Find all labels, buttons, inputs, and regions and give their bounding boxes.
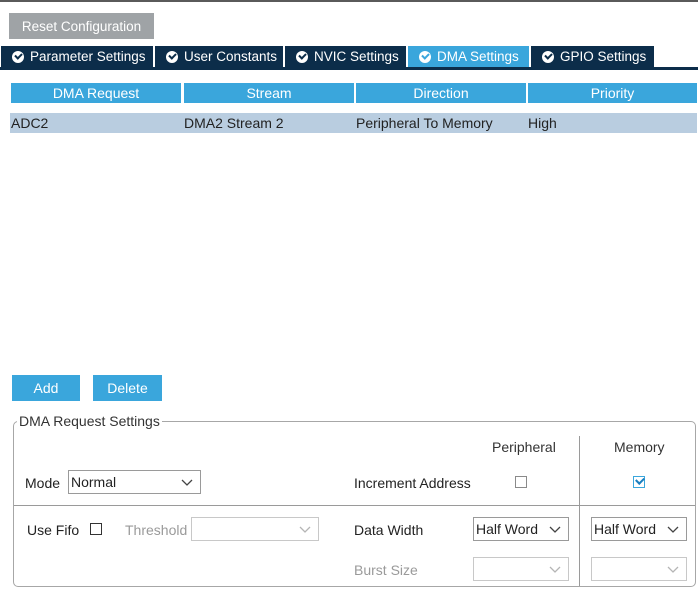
add-button[interactable]: Add bbox=[12, 375, 80, 401]
chevron-down-icon bbox=[181, 479, 193, 486]
chevron-down-icon bbox=[667, 526, 679, 533]
tab-parameter-settings[interactable]: Parameter Settings bbox=[1, 46, 153, 67]
burst-size-memory-select[interactable] bbox=[591, 557, 687, 581]
tab-gpio-settings[interactable]: GPIO Settings bbox=[531, 46, 654, 67]
check-circle-icon bbox=[166, 50, 178, 63]
data-width-peripheral-select[interactable]: Half Word bbox=[473, 517, 569, 541]
reset-configuration-button[interactable]: Reset Configuration bbox=[9, 13, 154, 39]
tab-label: NVIC Settings bbox=[314, 49, 399, 64]
threshold-label: Threshold bbox=[125, 522, 188, 538]
tab-bar-underline bbox=[0, 67, 698, 70]
table-cell-direction: Peripheral To Memory bbox=[356, 115, 493, 131]
data-width-memory-select[interactable]: Half Word bbox=[591, 517, 687, 541]
column-header-direction[interactable]: Direction bbox=[356, 83, 526, 103]
check-circle-icon bbox=[296, 50, 308, 63]
column-divider bbox=[579, 436, 580, 586]
chevron-down-icon bbox=[299, 526, 311, 533]
burst-size-peripheral-select[interactable] bbox=[473, 557, 569, 581]
tab-label: GPIO Settings bbox=[560, 49, 647, 64]
table-cell-dma-request: ADC2 bbox=[11, 115, 49, 131]
memory-header: Memory bbox=[614, 439, 665, 455]
check-circle-icon bbox=[542, 50, 554, 63]
use-fifo-label: Use Fifo bbox=[27, 522, 80, 538]
increment-address-label: Increment Address bbox=[354, 475, 471, 491]
chevron-down-icon bbox=[549, 566, 561, 573]
column-header-dma-request[interactable]: DMA Request bbox=[11, 83, 181, 103]
column-header-priority[interactable]: Priority bbox=[528, 83, 697, 103]
table-row[interactable] bbox=[10, 113, 697, 133]
check-circle-icon bbox=[12, 50, 24, 63]
table-cell-priority: High bbox=[528, 115, 557, 131]
tab-label: User Constants bbox=[184, 49, 278, 64]
tab-dma-settings[interactable]: DMA Settings bbox=[408, 46, 529, 67]
group-title: DMA Request Settings bbox=[17, 413, 162, 429]
mode-select[interactable]: Normal bbox=[68, 470, 201, 494]
column-header-stream[interactable]: Stream bbox=[184, 83, 354, 103]
delete-button[interactable]: Delete bbox=[93, 375, 162, 401]
table-cell-stream: DMA2 Stream 2 bbox=[184, 115, 284, 131]
tab-label: Parameter Settings bbox=[30, 49, 146, 64]
increment-peripheral-checkbox[interactable] bbox=[515, 476, 527, 488]
chevron-down-icon bbox=[667, 566, 679, 573]
mode-value: Normal bbox=[71, 474, 117, 490]
data-width-peripheral-value: Half Word bbox=[476, 521, 538, 537]
mode-label: Mode bbox=[25, 475, 61, 491]
chevron-down-icon bbox=[549, 526, 561, 533]
use-fifo-checkbox[interactable] bbox=[90, 523, 102, 535]
tab-nvic-settings[interactable]: NVIC Settings bbox=[285, 46, 406, 67]
data-width-memory-value: Half Word bbox=[594, 521, 656, 537]
top-divider bbox=[0, 0, 698, 2]
data-width-label: Data Width bbox=[354, 522, 424, 538]
threshold-select[interactable] bbox=[191, 517, 319, 541]
check-circle-icon bbox=[419, 50, 431, 63]
peripheral-header: Peripheral bbox=[492, 439, 556, 455]
tab-label: DMA Settings bbox=[437, 49, 519, 64]
burst-size-label: Burst Size bbox=[354, 562, 418, 578]
tab-user-constants[interactable]: User Constants bbox=[155, 46, 283, 67]
increment-memory-checkbox[interactable] bbox=[633, 476, 645, 488]
row-divider bbox=[14, 505, 695, 506]
